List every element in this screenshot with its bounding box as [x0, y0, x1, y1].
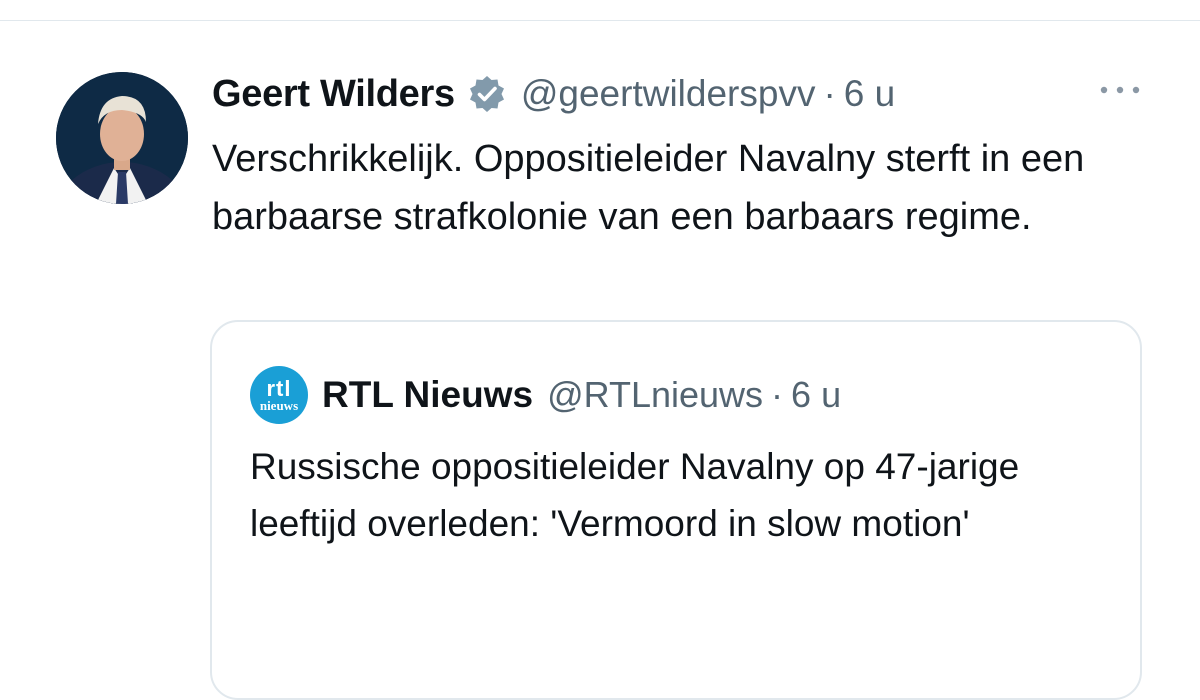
quoted-tweet-header: rtl nieuws RTL Nieuws @RTLnieuws · 6 u [250, 366, 841, 424]
quoted-display-name[interactable]: RTL Nieuws [322, 374, 533, 416]
quoted-timestamp[interactable]: 6 u [791, 374, 841, 416]
tweet[interactable]: Geert Wilders @geertwilderspvv · 6 u Ver… [0, 0, 1200, 700]
display-name[interactable]: Geert Wilders [212, 73, 455, 116]
rtl-nieuws-logo[interactable]: rtl nieuws [250, 366, 308, 424]
handle[interactable]: @geertwilderspvv [521, 73, 816, 115]
avatar-image [56, 72, 188, 204]
verified-icon [469, 76, 504, 112]
quoted-tweet-text: Russische oppositieleider Navalny op 47-… [250, 446, 1020, 544]
separator-dot: · [823, 73, 836, 114]
avatar[interactable] [56, 72, 188, 204]
timestamp[interactable]: 6 u [844, 73, 895, 115]
quoted-separator-dot: · [771, 374, 784, 415]
tweet-header: Geert Wilders @geertwilderspvv · 6 u [212, 70, 895, 118]
rtl-logo-subtext: nieuws [259, 398, 299, 413]
more-options-icon[interactable] [1098, 80, 1142, 100]
quoted-tweet-card[interactable]: rtl nieuws RTL Nieuws @RTLnieuws · 6 u R… [210, 320, 1142, 700]
tweet-text: Verschrikkelijk. Oppositieleider Navalny… [212, 138, 1085, 238]
quoted-handle[interactable]: @RTLnieuws [547, 374, 763, 416]
